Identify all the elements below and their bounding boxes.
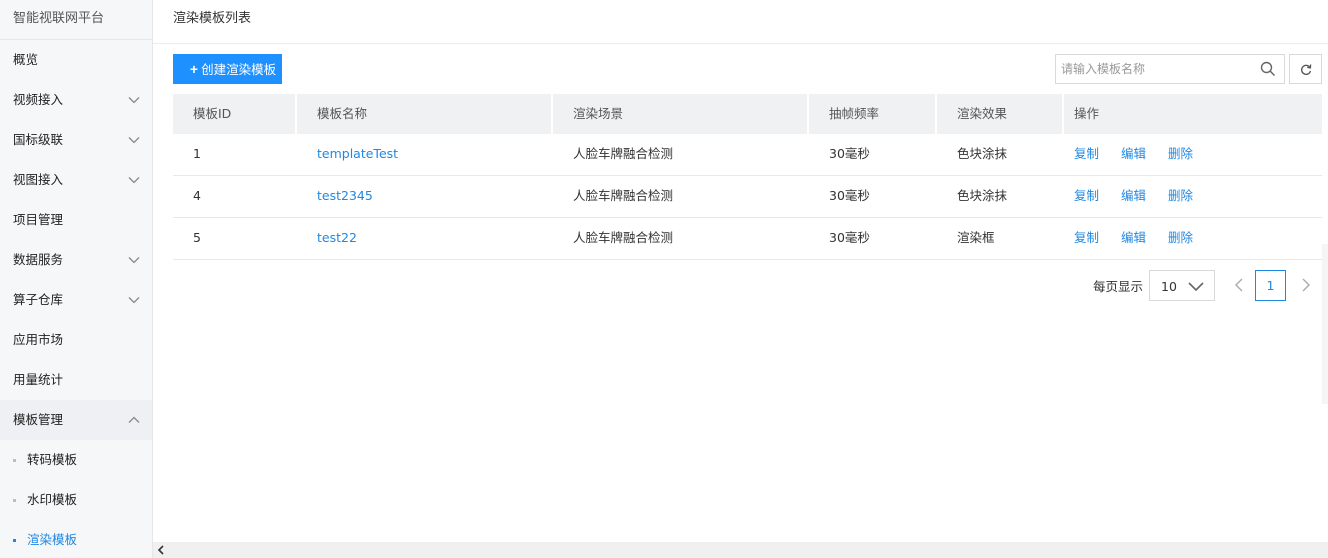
sidebar-item-project[interactable]: 项目管理 (0, 200, 152, 240)
delete-link[interactable]: 删除 (1158, 230, 1193, 245)
col-header-actions: 操作 (1074, 106, 1100, 121)
sidebar-item-app-market[interactable]: 应用市场 (0, 320, 152, 360)
sidebar-item-label: 应用市场 (13, 332, 64, 347)
cell-frequency: 30毫秒 (829, 230, 870, 245)
vertical-scrollbar[interactable] (1322, 244, 1328, 404)
chevron-left-icon (1235, 278, 1243, 292)
chevron-down-icon (128, 137, 140, 144)
sidebar-item-label: 概览 (13, 52, 39, 67)
sidebar-item-video-access[interactable]: 视频接入 (0, 80, 152, 120)
sidebar: 智能视联网平台 概览 视频接入 国标级联 视图接入 项目管理 数据服务 算子仓库… (0, 0, 153, 558)
chevron-down-icon (128, 97, 140, 104)
cell-scene: 人脸车牌融合检测 (573, 230, 674, 245)
cell-frequency: 30毫秒 (829, 146, 870, 161)
edit-link[interactable]: 编辑 (1111, 188, 1146, 203)
plus-icon: + (189, 61, 199, 77)
sidebar-item-label: 用量统计 (13, 372, 64, 387)
next-page-button[interactable] (1296, 270, 1316, 300)
cell-frequency: 30毫秒 (829, 188, 870, 203)
sidebar-item-label: 视图接入 (13, 172, 64, 187)
search-box (1055, 54, 1285, 84)
sidebar-subitem-render[interactable]: 渲染模板 (0, 520, 152, 558)
cell-id: 5 (193, 230, 201, 245)
chevron-down-icon (1188, 281, 1204, 291)
col-header-frequency: 抽帧频率 (809, 94, 937, 134)
search-input[interactable] (1056, 55, 1251, 83)
sidebar-item-template-mgmt[interactable]: 模板管理 (0, 400, 152, 440)
edit-link[interactable]: 编辑 (1111, 230, 1146, 245)
sidebar-item-view-access[interactable]: 视图接入 (0, 160, 152, 200)
table-row: 1 templateTest 人脸车牌融合检测 30毫秒 色块涂抹 复制 编辑 删除 (173, 134, 1322, 176)
copy-link[interactable]: 复制 (1074, 230, 1099, 245)
chevron-down-icon (128, 177, 140, 184)
col-header-name: 模板名称 (297, 94, 553, 134)
search-icon[interactable] (1260, 61, 1276, 77)
page-number-button[interactable]: 1 (1255, 269, 1287, 301)
cell-scene: 人脸车牌融合检测 (573, 146, 674, 161)
sidebar-item-label: 数据服务 (13, 252, 64, 267)
scroll-left-icon[interactable] (157, 545, 165, 555)
refresh-icon (1301, 64, 1312, 75)
sidebar-item-label: 国标级联 (13, 132, 64, 147)
chevron-up-icon (128, 416, 140, 423)
chevron-down-icon (128, 257, 140, 264)
sidebar-item-operator-repo[interactable]: 算子仓库 (0, 280, 152, 320)
copy-link[interactable]: 复制 (1074, 146, 1099, 161)
edit-link[interactable]: 编辑 (1111, 146, 1146, 161)
chevron-down-icon (128, 297, 140, 304)
page-title: 渲染模板列表 (153, 0, 1328, 44)
table-row: 5 test22 人脸车牌融合检测 30毫秒 渲染框 复制 编辑 删除 (173, 218, 1322, 260)
cell-scene: 人脸车牌融合检测 (573, 188, 674, 203)
sidebar-subitem-label: 渲染模板 (27, 532, 78, 547)
page-size-select[interactable]: 10 (1149, 269, 1216, 301)
cell-effect: 色块涂抹 (957, 188, 1008, 203)
cell-id: 4 (193, 188, 201, 203)
create-template-button[interactable]: + 创建渲染模板 (173, 54, 282, 84)
table-row: 4 test2345 人脸车牌融合检测 30毫秒 色块涂抹 复制 编辑 删除 (173, 176, 1322, 218)
cell-actions: 复制 编辑 删除 (1064, 176, 1322, 217)
cell-id: 1 (193, 146, 201, 161)
template-table: 模板ID 模板名称 渲染场景 抽帧频率 渲染效果 操作 1 templateTe… (173, 94, 1322, 260)
template-name-link[interactable]: test2345 (297, 176, 553, 217)
cell-actions: 复制 编辑 删除 (1064, 218, 1322, 259)
col-header-scene: 渲染场景 (553, 94, 809, 134)
sidebar-item-gb-cascade[interactable]: 国标级联 (0, 120, 152, 160)
pagination: 每页显示 10 1 (1093, 269, 1316, 301)
template-name-link[interactable]: templateTest (297, 134, 553, 175)
sidebar-subitem-label: 转码模板 (27, 452, 78, 467)
sidebar-item-label: 视频接入 (13, 92, 64, 107)
create-button-label: 创建渲染模板 (201, 63, 277, 77)
page-size-value: 10 (1161, 278, 1177, 294)
refresh-button[interactable] (1289, 54, 1322, 84)
sidebar-item-label: 模板管理 (13, 412, 64, 427)
prev-page-button[interactable] (1229, 270, 1249, 300)
sidebar-item-label: 项目管理 (13, 212, 64, 227)
table-header: 模板ID 模板名称 渲染场景 抽帧频率 渲染效果 操作 (173, 94, 1322, 134)
brand-title: 智能视联网平台 (0, 0, 152, 40)
sidebar-subitem-watermark[interactable]: 水印模板 (0, 480, 152, 520)
cell-effect: 渲染框 (957, 230, 995, 245)
bullet-icon (13, 459, 16, 462)
copy-link[interactable]: 复制 (1074, 188, 1099, 203)
bullet-icon (13, 499, 16, 502)
cell-effect: 色块涂抹 (957, 146, 1008, 161)
sidebar-item-overview[interactable]: 概览 (0, 40, 152, 80)
col-header-id: 模板ID (173, 94, 297, 134)
delete-link[interactable]: 删除 (1158, 146, 1193, 161)
sidebar-subitem-transcode[interactable]: 转码模板 (0, 440, 152, 480)
per-page-label: 每页显示 (1093, 278, 1144, 294)
bullet-icon (13, 539, 16, 542)
cell-actions: 复制 编辑 删除 (1064, 134, 1322, 175)
sidebar-subitem-label: 水印模板 (27, 492, 78, 507)
sidebar-item-usage[interactable]: 用量统计 (0, 360, 152, 400)
chevron-right-icon (1302, 278, 1311, 292)
main-content: 渲染模板列表 +创建渲染模板 模板ID 模板名称 渲染场景 抽帧频率 渲染效果 … (153, 0, 1328, 558)
horizontal-scrollbar[interactable] (153, 542, 1328, 558)
sidebar-item-data-service[interactable]: 数据服务 (0, 240, 152, 280)
col-header-effect: 渲染效果 (937, 94, 1064, 134)
delete-link[interactable]: 删除 (1158, 188, 1193, 203)
sidebar-item-label: 算子仓库 (13, 292, 64, 307)
template-name-link[interactable]: test22 (297, 218, 553, 259)
